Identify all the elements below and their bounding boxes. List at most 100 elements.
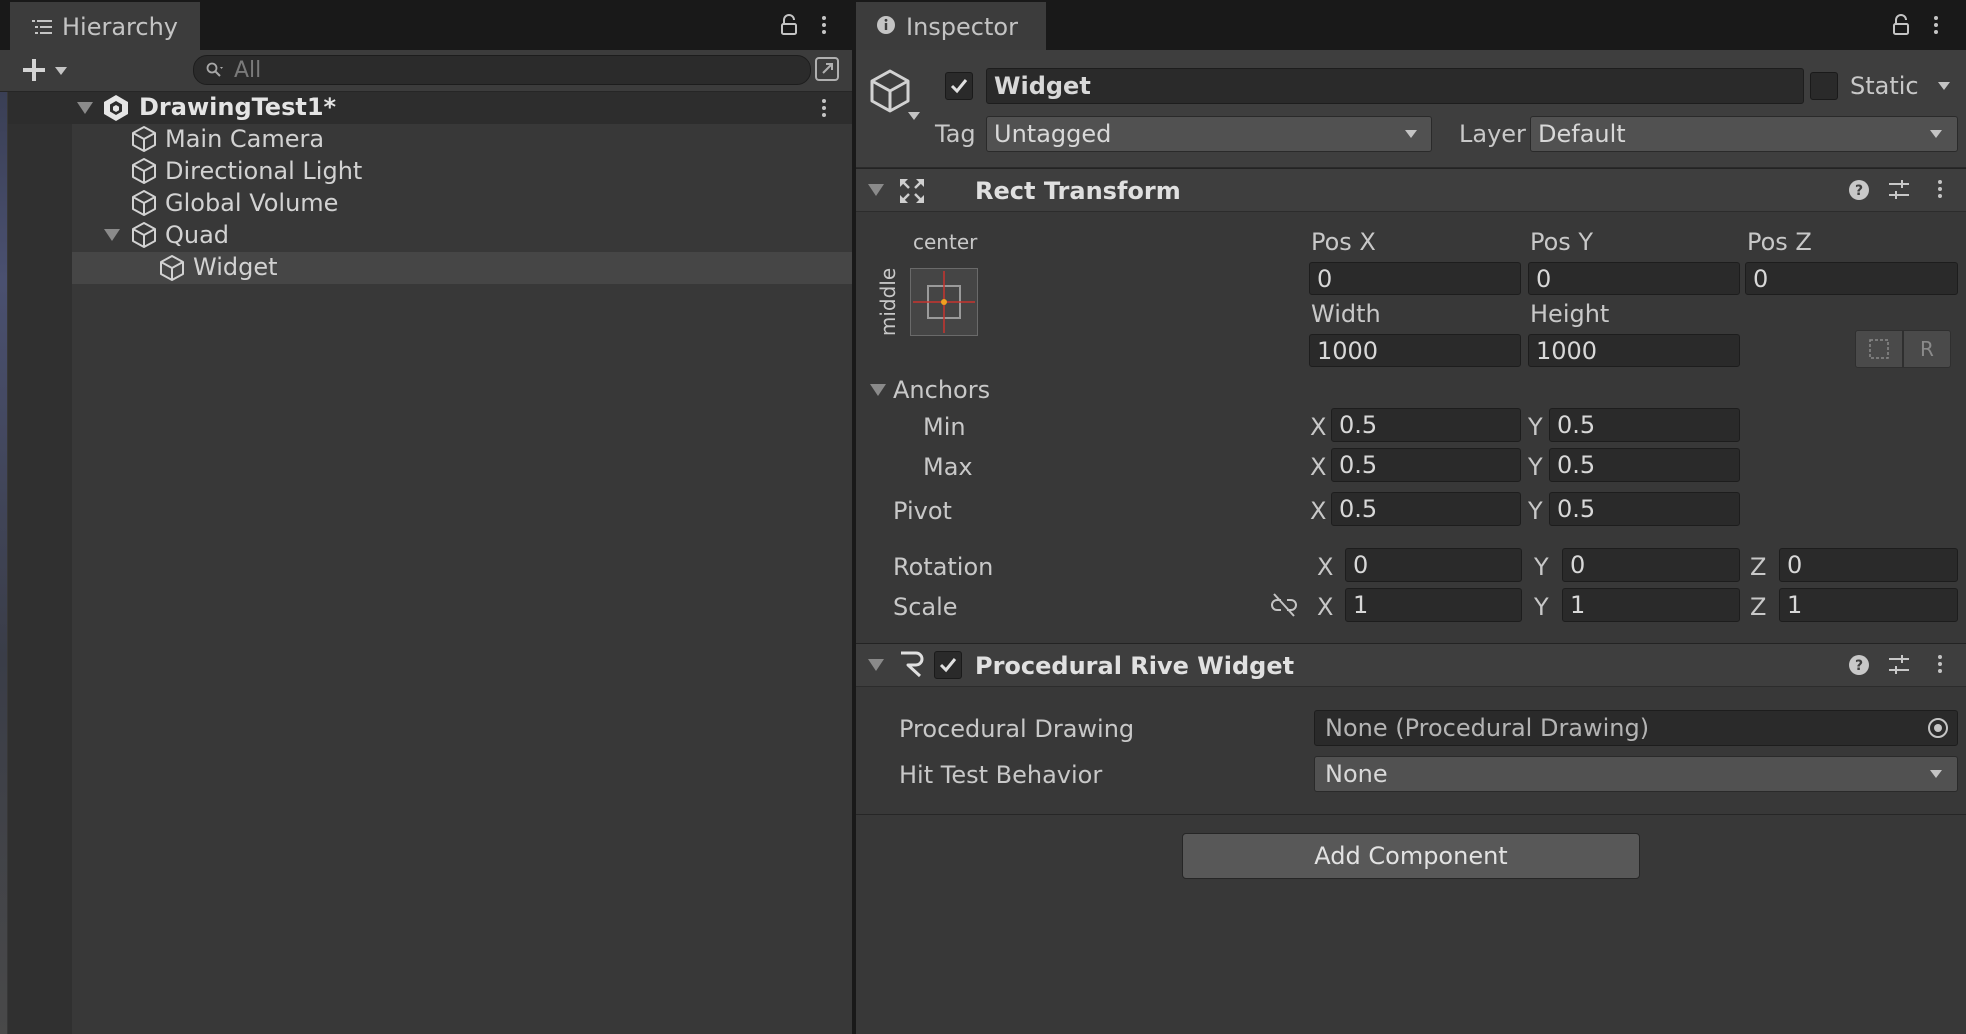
height-input[interactable]: 1000 — [1528, 334, 1740, 367]
procedural-widget-menu-kebab-icon[interactable] — [1938, 655, 1942, 673]
blueprint-dotted-rect-icon — [1869, 339, 1889, 359]
anchor-max-x-value: 0.5 — [1339, 451, 1378, 479]
presets-sliders-icon[interactable] — [1888, 653, 1910, 683]
inspector-menu-kebab-icon[interactable] — [1934, 16, 1938, 34]
selected-row-highlight[interactable] — [72, 252, 852, 284]
pos-x-input[interactable]: 0 — [1309, 262, 1521, 295]
pos-y-label[interactable]: Pos Y — [1530, 230, 1593, 254]
hierarchy-menu-kebab-icon[interactable] — [822, 16, 826, 34]
anchor-min-y-input[interactable]: 0.5 — [1549, 408, 1740, 442]
add-plus-icon[interactable] — [22, 58, 46, 88]
rect-transform-menu-kebab-icon[interactable] — [1938, 180, 1942, 198]
height-label[interactable]: Height — [1530, 302, 1609, 326]
static-dropdown-arrow-icon[interactable] — [1938, 82, 1950, 90]
pos-x-label[interactable]: Pos X — [1311, 230, 1376, 254]
scene-row[interactable] — [8, 92, 852, 124]
pos-z-value: 0 — [1753, 264, 1769, 293]
min-y-axis-label[interactable]: Y — [1528, 415, 1543, 439]
icon-picker-arrow-icon[interactable] — [908, 112, 920, 120]
hit-test-dropdown-arrow-icon — [1930, 770, 1942, 778]
hierarchy-search-input[interactable]: All — [193, 55, 811, 85]
pivot-x-input[interactable]: 0.5 — [1331, 492, 1521, 526]
presets-sliders-icon[interactable] — [1888, 178, 1910, 208]
procedural-widget-foldout-icon[interactable] — [868, 659, 884, 671]
constrain-proportions-unlinked-icon[interactable] — [1270, 592, 1298, 624]
hierarchy-item-widget[interactable]: Widget — [193, 255, 278, 279]
anchors-foldout-icon[interactable] — [870, 384, 886, 396]
anchor-preset-button[interactable] — [910, 268, 978, 336]
anchor-min-x-input[interactable]: 0.5 — [1331, 408, 1521, 442]
scale-x-input[interactable]: 1 — [1345, 588, 1522, 622]
inspector-lock-icon[interactable] — [1892, 14, 1910, 42]
min-x-axis-label[interactable]: X — [1310, 415, 1326, 439]
width-input[interactable]: 1000 — [1309, 334, 1521, 367]
rotation-z-value: 0 — [1787, 551, 1803, 579]
hit-test-behavior-dropdown[interactable]: None — [1314, 756, 1958, 792]
add-dropdown-arrow-icon[interactable] — [55, 67, 67, 75]
anchor-max-y-input[interactable]: 0.5 — [1549, 448, 1740, 482]
rect-transform-foldout-icon[interactable] — [868, 184, 884, 196]
scale-z-input[interactable]: 1 — [1779, 588, 1958, 622]
rotation-y-axis-label[interactable]: Y — [1534, 555, 1549, 579]
hit-test-behavior-label: Hit Test Behavior — [899, 761, 1103, 789]
hierarchy-item-global-volume[interactable]: Global Volume — [165, 191, 338, 215]
gameobject-large-icon — [868, 68, 912, 122]
max-y-axis-label[interactable]: Y — [1528, 455, 1543, 479]
rect-transform-icon — [898, 177, 926, 211]
rive-logo-icon — [898, 649, 926, 685]
lock-icon[interactable] — [780, 14, 798, 42]
scale-y-input[interactable]: 1 — [1562, 588, 1740, 622]
hierarchy-item-main-camera[interactable]: Main Camera — [165, 127, 324, 151]
hierarchy-item-quad[interactable]: Quad — [165, 223, 229, 247]
rotation-z-axis-label[interactable]: Z — [1750, 555, 1766, 579]
scene-menu-kebab-icon[interactable] — [822, 99, 826, 117]
rotation-z-input[interactable]: 0 — [1779, 548, 1958, 582]
hierarchy-left-gutter — [8, 92, 72, 1034]
pivot-label: Pivot — [893, 497, 952, 525]
object-active-checkbox[interactable] — [945, 72, 973, 100]
quad-expand-arrow-icon[interactable] — [104, 229, 120, 241]
hierarchy-tab[interactable]: Hierarchy — [10, 2, 200, 50]
rotation-x-axis-label[interactable]: X — [1317, 555, 1333, 579]
object-name-value: Widget — [994, 72, 1091, 100]
anchor-max-x-input[interactable]: 0.5 — [1331, 448, 1521, 482]
scale-z-axis-label[interactable]: Z — [1750, 595, 1766, 619]
inspector-tab-label: Inspector — [906, 13, 1018, 41]
scale-y-value: 1 — [1570, 591, 1586, 619]
raw-edit-button[interactable]: R — [1903, 330, 1951, 368]
tag-dropdown[interactable]: Untagged — [986, 116, 1432, 152]
layer-dropdown[interactable]: Default — [1530, 116, 1958, 152]
object-picker-target-icon[interactable] — [1926, 716, 1950, 746]
pos-z-input[interactable]: 0 — [1745, 262, 1958, 295]
blueprint-mode-button[interactable] — [1855, 330, 1903, 368]
static-checkbox[interactable] — [1810, 72, 1838, 100]
rotation-y-input[interactable]: 0 — [1562, 548, 1740, 582]
search-popout-icon[interactable] — [814, 56, 840, 88]
scale-y-axis-label[interactable]: Y — [1534, 595, 1549, 619]
pivot-y-axis-label[interactable]: Y — [1528, 499, 1543, 523]
inspector-tab[interactable]: Inspector — [856, 2, 1046, 50]
rotation-x-input[interactable]: 0 — [1345, 548, 1522, 582]
svg-text:?: ? — [1855, 183, 1863, 199]
anchors-label[interactable]: Anchors — [893, 378, 990, 402]
pivot-x-axis-label[interactable]: X — [1310, 499, 1326, 523]
scale-x-axis-label[interactable]: X — [1317, 595, 1333, 619]
hierarchy-item-directional-light[interactable]: Directional Light — [165, 159, 362, 183]
scene-expand-arrow-icon[interactable] — [77, 102, 93, 114]
gameobject-icon — [130, 125, 158, 159]
pos-z-label[interactable]: Pos Z — [1747, 230, 1812, 254]
pos-y-input[interactable]: 0 — [1528, 262, 1740, 295]
procedural-drawing-object-field[interactable]: None (Procedural Drawing) — [1314, 710, 1958, 746]
add-component-button[interactable]: Add Component — [1182, 833, 1640, 879]
max-x-axis-label[interactable]: X — [1310, 455, 1326, 479]
help-icon[interactable]: ? — [1848, 654, 1870, 682]
checkmark-icon — [939, 658, 957, 673]
pos-y-value: 0 — [1536, 264, 1552, 293]
procedural-widget-enabled-checkbox[interactable] — [934, 651, 962, 679]
width-label[interactable]: Width — [1311, 302, 1381, 326]
layer-value: Default — [1538, 120, 1626, 148]
pivot-y-value: 0.5 — [1557, 495, 1596, 523]
pivot-y-input[interactable]: 0.5 — [1549, 492, 1740, 526]
object-name-input[interactable]: Widget — [986, 68, 1804, 104]
help-icon[interactable]: ? — [1848, 179, 1870, 207]
